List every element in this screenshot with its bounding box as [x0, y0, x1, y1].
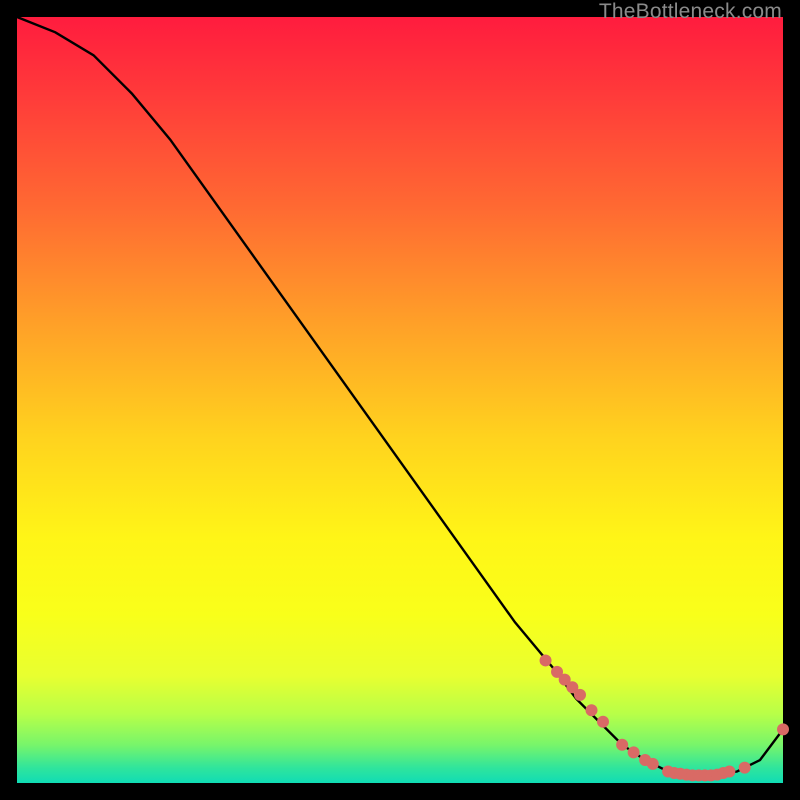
chart-markers: [540, 654, 789, 781]
chart-marker: [723, 766, 735, 778]
chart-curve: [17, 17, 783, 775]
chart-marker: [597, 716, 609, 728]
chart-marker: [647, 758, 659, 770]
chart-marker: [777, 723, 789, 735]
chart-marker: [574, 689, 586, 701]
chart-marker: [628, 746, 640, 758]
watermark-text: TheBottleneck.com: [599, 0, 782, 24]
chart-marker: [540, 654, 552, 666]
chart-container: TheBottleneck.com: [0, 0, 800, 800]
chart-marker: [616, 739, 628, 751]
chart-marker: [739, 762, 751, 774]
chart-marker: [586, 704, 598, 716]
chart-overlay: [17, 17, 783, 783]
